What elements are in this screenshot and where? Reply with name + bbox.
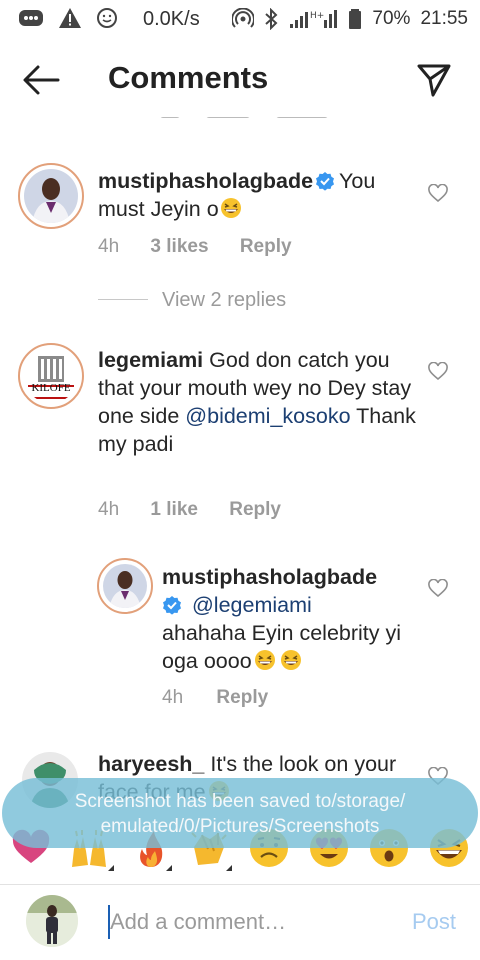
bluetooth-icon	[265, 8, 278, 30]
like-heart-icon[interactable]	[428, 362, 448, 382]
network-speed: 0.0K/s	[143, 8, 200, 30]
variant-indicator	[108, 865, 114, 871]
verified-badge-icon	[163, 596, 181, 615]
variant-indicator	[166, 865, 172, 871]
clipped-previous-row	[160, 110, 360, 118]
comment-composer: Post	[0, 885, 480, 960]
page-title: Comments	[108, 60, 269, 95]
battery-icon	[349, 9, 362, 29]
grinning-squinting-face-icon	[220, 198, 241, 218]
comment-time: 4h	[98, 236, 120, 257]
avatar-photo	[24, 169, 78, 223]
reply-button[interactable]: Reply	[229, 499, 281, 520]
variant-indicator	[226, 865, 232, 871]
comment-username[interactable]: haryeesh_	[98, 752, 204, 776]
comment-body: legemiami God don catch you that your mo…	[98, 346, 416, 458]
send-direct-icon[interactable]	[416, 62, 452, 98]
svg-text:H+: H+	[310, 11, 324, 21]
comment-username[interactable]: mustiphasholagbade	[98, 169, 313, 193]
like-heart-icon[interactable]	[428, 184, 448, 204]
hotspot-icon	[232, 8, 255, 28]
avatar-label: KILOFE	[31, 382, 71, 394]
comment-likes[interactable]: 1 like	[150, 499, 198, 520]
comment-meta: 4h 3 likes Reply	[98, 236, 292, 258]
comment-body: mustiphasholagbade @legemiami ahahaha Ey…	[162, 563, 412, 675]
grinning-squinting-face-icon	[280, 650, 301, 670]
replies-divider	[98, 299, 148, 300]
avatar-photo	[103, 564, 147, 608]
back-arrow-icon[interactable]	[22, 62, 62, 98]
avatar[interactable]	[18, 163, 84, 229]
signal-icon: H+	[290, 10, 338, 28]
battery-percent: 70%	[372, 8, 411, 29]
avatar[interactable]: KILOFE	[18, 343, 84, 409]
comment-username[interactable]: legemiami	[98, 348, 203, 372]
post-button[interactable]: Post	[412, 909, 456, 935]
comment-likes[interactable]: 3 likes	[150, 236, 208, 257]
screenshot-toast: Screenshot has been saved to/storage/ em…	[2, 778, 478, 848]
avatar[interactable]	[97, 558, 153, 614]
status-bar: 0.0K/s H+ 70% 21:55	[0, 0, 480, 38]
verified-badge-icon	[316, 172, 335, 191]
warning-icon	[59, 8, 81, 28]
my-avatar	[26, 895, 78, 947]
comment-time: 4h	[98, 499, 120, 520]
reply-button[interactable]: Reply	[216, 687, 268, 708]
comment-input[interactable]	[110, 905, 390, 939]
comment-meta: 4h Reply	[162, 687, 268, 709]
grinning-squinting-face-icon	[254, 650, 275, 670]
smiley-status-icon	[97, 8, 117, 28]
toast-message: Screenshot has been saved to/storage/ em…	[74, 791, 406, 837]
clock: 21:55	[420, 8, 468, 29]
message-icon	[19, 10, 43, 26]
like-heart-icon[interactable]	[428, 579, 448, 599]
mention-link[interactable]: @legemiami	[192, 593, 312, 617]
mention-link[interactable]: @bidemi_kosoko	[185, 404, 350, 428]
reply-button[interactable]: Reply	[240, 236, 292, 257]
status-right-icons: H+ 70% 21:55	[232, 8, 468, 30]
comment-time: 4h	[162, 687, 184, 708]
comment-username[interactable]: mustiphasholagbade	[162, 565, 377, 589]
view-replies-link[interactable]: View 2 replies	[162, 289, 286, 312]
comment-body: mustiphasholagbade You must Jeyin o	[98, 167, 418, 223]
app-bar: Comments	[0, 38, 480, 116]
comment-meta: 4h 1 like Reply	[98, 499, 281, 521]
status-left-icons	[18, 7, 118, 29]
avatar-photo	[24, 349, 78, 403]
